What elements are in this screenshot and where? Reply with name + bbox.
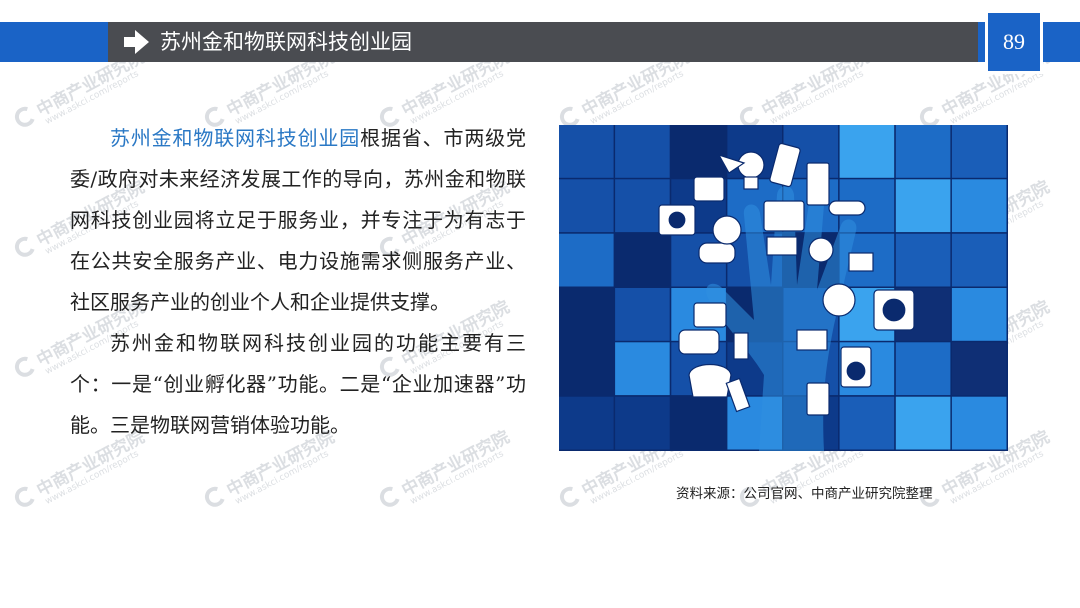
mosaic-tile [615, 233, 670, 287]
mosaic-tile [895, 125, 951, 178]
mosaic-tile [615, 125, 670, 178]
mosaic-tile [559, 288, 614, 341]
watermark-url: www.askci.com/reports [768, 69, 866, 127]
mosaic-tile [671, 125, 726, 178]
mosaic-tile [951, 288, 1007, 341]
page-number: 89 [985, 10, 1043, 74]
mosaic-tile [895, 342, 951, 396]
watermark-logo-icon [201, 482, 229, 510]
mosaic-tile [559, 179, 614, 233]
mosaic-tile [615, 288, 670, 341]
watermark-url: www.askci.com/reports [43, 449, 141, 507]
watermark-url: www.askci.com/reports [233, 449, 331, 507]
mosaic-tile [559, 233, 614, 287]
mosaic-tile [559, 125, 614, 178]
arrow-right-icon [124, 30, 149, 54]
mosaic-tile [895, 179, 951, 233]
hand-with-iot-devices-icon [559, 125, 1007, 451]
source-caption: 资料来源：公司官网、中商产业研究院整理 [676, 486, 933, 502]
watermark-logo-icon [376, 482, 404, 510]
page-title: 苏州金和物联网科技创业园 [160, 30, 412, 54]
mosaic-tile [615, 342, 670, 396]
mosaic-tile [839, 396, 895, 450]
mosaic-tile [615, 396, 670, 450]
watermark-url: www.askci.com/reports [948, 449, 1046, 507]
mosaic-tile [559, 342, 614, 396]
watermark-logo-icon [556, 482, 584, 510]
body-text: 苏州金和物联网科技创业园根据省、市两级党委/政府对未来经济发展工作的导向，苏州金… [70, 118, 526, 446]
mosaic-tile [895, 233, 951, 287]
watermark-logo-icon [11, 352, 39, 380]
paragraph-1: 苏州金和物联网科技创业园根据省、市两级党委/政府对未来经济发展工作的导向，苏州金… [70, 118, 526, 323]
watermark-logo-icon [11, 102, 39, 130]
watermark-url: www.askci.com/reports [408, 449, 506, 507]
mosaic-tile [951, 342, 1007, 396]
mosaic-tile [559, 396, 614, 450]
watermark-logo-icon [11, 232, 39, 260]
paragraph-2: 苏州金和物联网科技创业园的功能主要有三个：一是“创业孵化器”功能。二是“企业加速… [70, 331, 526, 437]
header-accent-left [0, 22, 108, 62]
iot-illustration [559, 125, 1008, 451]
mosaic-tile [951, 125, 1007, 178]
mosaic-tile [671, 396, 726, 450]
watermark-logo-icon [11, 482, 39, 510]
mosaic-tile [895, 396, 951, 450]
paragraph-1-text: 根据省、市两级党委/政府对未来经济发展工作的导向，苏州金和物联网科技创业园将立足… [70, 126, 527, 314]
mosaic-tile [951, 233, 1007, 287]
mosaic-tile [839, 125, 895, 178]
watermark-url: www.askci.com/reports [588, 69, 686, 127]
mosaic-tile [951, 396, 1007, 450]
mosaic-tile [951, 179, 1007, 233]
highlighted-park-name: 苏州金和物联网科技创业园 [110, 126, 361, 150]
